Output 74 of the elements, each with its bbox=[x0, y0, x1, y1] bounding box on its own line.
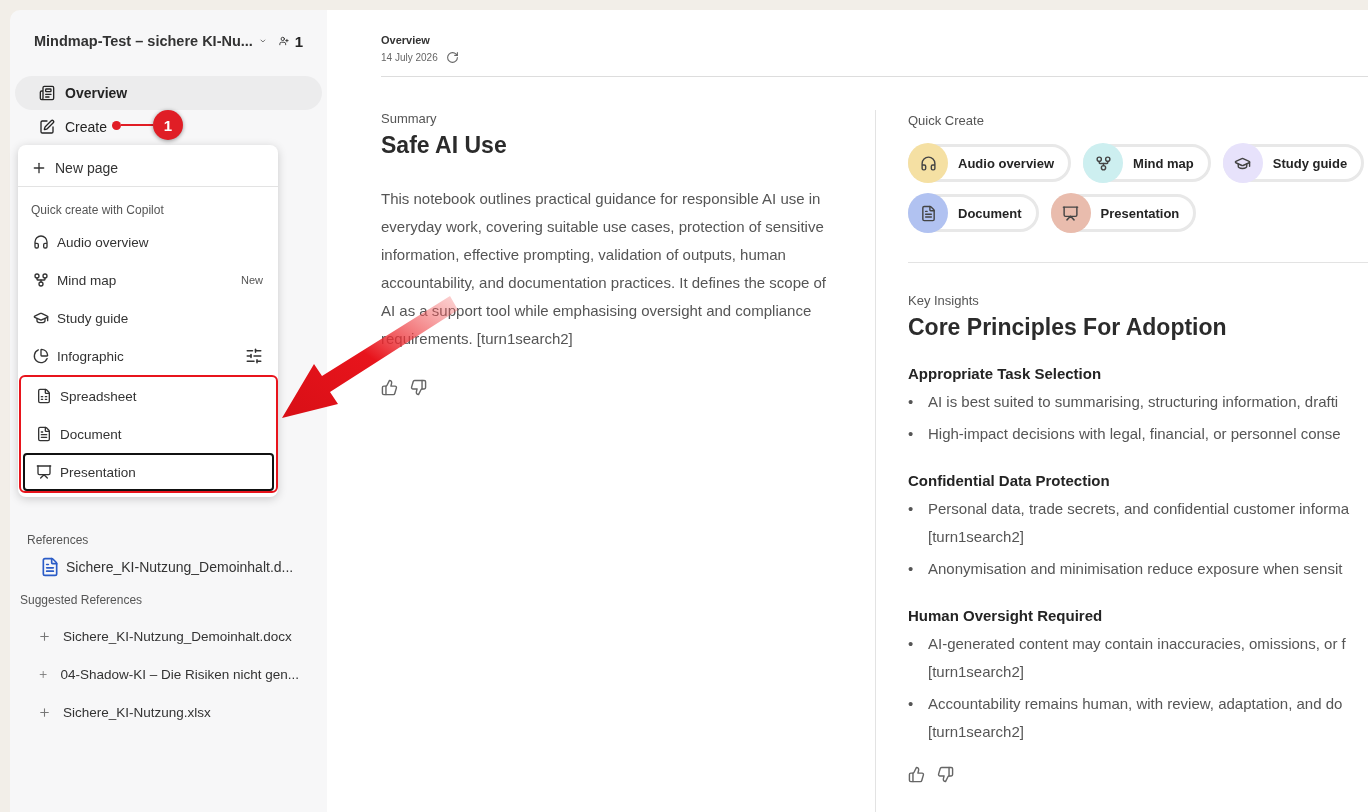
quick-create-button[interactable]: Audio overview bbox=[908, 144, 1072, 182]
bullet-text: High-impact decisions with legal, financial, or personnel conse bbox=[928, 424, 1341, 444]
insights-title: Core Principles For Adoption bbox=[908, 314, 1228, 341]
callout-dot bbox=[112, 120, 121, 130]
menu-item[interactable]: Mind map New bbox=[20, 261, 276, 299]
bullet-text: Accountability remains human, with review, adaptation, and do bbox=[928, 694, 1343, 714]
add-icon bbox=[38, 705, 51, 719]
quick-create-button[interactable]: Study guide bbox=[1222, 144, 1365, 182]
suggested-reference[interactable]: 04-Shadow-KI – Die Risiken nicht gen... bbox=[14, 655, 323, 693]
menu-item[interactable]: Spreadsheet bbox=[23, 377, 274, 415]
bullet-marker: • bbox=[908, 694, 915, 714]
members-count: 1 bbox=[294, 32, 303, 50]
quick-create-button[interactable]: Presentation bbox=[1050, 194, 1197, 232]
menu-item[interactable]: Presentation bbox=[23, 453, 274, 491]
nodes-icon bbox=[1094, 154, 1112, 172]
nodes-icon bbox=[33, 272, 49, 288]
page-date: 14 July 2026 bbox=[381, 52, 438, 63]
add-icon bbox=[38, 629, 51, 643]
document-icon bbox=[919, 204, 937, 222]
suggested-reference[interactable]: Sichere_KI-Nutzung_Demoinhalt.docx bbox=[14, 617, 323, 655]
nav-item[interactable]: Create bbox=[15, 110, 132, 144]
document-icon bbox=[36, 426, 52, 442]
quick-create-button[interactable]: Document bbox=[908, 194, 1039, 232]
insight-heading: Appropriate Task Selection bbox=[908, 365, 1103, 382]
notebook-title[interactable]: Mindmap-Test – sichere KI-Nu... bbox=[34, 33, 253, 49]
presentation-icon bbox=[1062, 204, 1080, 222]
bullet-marker: • bbox=[908, 559, 915, 579]
bullet-text: [turn1search2] bbox=[928, 527, 1025, 547]
bullet-text: [turn1search2] bbox=[928, 722, 1025, 742]
bullet-marker: • bbox=[908, 424, 915, 444]
newspaper-icon bbox=[39, 85, 55, 101]
new-page-item[interactable]: New page bbox=[18, 149, 278, 187]
leader-line bbox=[121, 124, 153, 126]
section-label: References bbox=[26, 533, 90, 547]
insight-heading: Confidential Data Protection bbox=[908, 472, 1111, 489]
bullet-text: AI is best suited to summarising, structuring information, drafti bbox=[928, 392, 1339, 412]
bullet-text: AI-generated content may contain inaccuracies, omissions, or f bbox=[928, 634, 1346, 654]
menu-item[interactable]: Audio overview bbox=[20, 223, 276, 261]
reference-item[interactable]: Sichere_KI-Nutzung_Demoinhalt.d... bbox=[14, 547, 323, 587]
menu-item[interactable]: Infographic bbox=[20, 337, 276, 375]
headphones-icon bbox=[919, 154, 937, 172]
suggested-reference[interactable]: Sichere_KI-Nutzung.xlsx bbox=[14, 693, 323, 731]
thumbs-up-icon[interactable] bbox=[381, 379, 398, 396]
section-label: Key Insights bbox=[908, 293, 980, 308]
bullet-text: Anonymisation and minimisation reduce exposure when sensit bbox=[928, 559, 1343, 579]
section-label: Quick Create bbox=[908, 113, 985, 128]
section-label: Summary bbox=[381, 111, 438, 126]
word-file-icon bbox=[40, 557, 60, 577]
refresh-icon[interactable] bbox=[445, 51, 459, 64]
thumbs-down-icon[interactable] bbox=[937, 766, 954, 783]
bullet-marker: • bbox=[908, 499, 915, 519]
bullet-text: Personal data, trade secrets, and confidential customer informa bbox=[928, 499, 1350, 519]
nav-item[interactable]: Overview bbox=[15, 76, 322, 110]
quick-create-button[interactable]: Mind map bbox=[1083, 144, 1211, 182]
menu-item[interactable]: Study guide bbox=[20, 299, 276, 337]
bullet-marker: • bbox=[908, 392, 915, 412]
section-label: Suggested References bbox=[19, 593, 144, 607]
new-label: New bbox=[241, 274, 263, 286]
thumbs-down-icon[interactable] bbox=[410, 379, 427, 396]
spreadsheet-icon bbox=[36, 388, 52, 404]
pie-chart-icon bbox=[33, 348, 49, 364]
menu-section-label: Quick create with Copilot bbox=[30, 202, 165, 219]
bullet-text: [turn1search2] bbox=[928, 662, 1025, 682]
thumbs-up-icon[interactable] bbox=[908, 766, 925, 783]
graduation-cap-icon bbox=[33, 310, 49, 326]
presentation-icon bbox=[36, 464, 52, 480]
headphones-icon bbox=[33, 234, 49, 250]
menu-item[interactable]: Document bbox=[23, 415, 274, 453]
page-title: Overview bbox=[381, 34, 431, 46]
bullet-marker: • bbox=[908, 634, 915, 654]
sliders-icon[interactable] bbox=[245, 347, 263, 365]
edit-icon bbox=[39, 119, 55, 135]
summary-title: Safe AI Use bbox=[381, 132, 508, 159]
insight-heading: Human Oversight Required bbox=[908, 607, 1104, 624]
